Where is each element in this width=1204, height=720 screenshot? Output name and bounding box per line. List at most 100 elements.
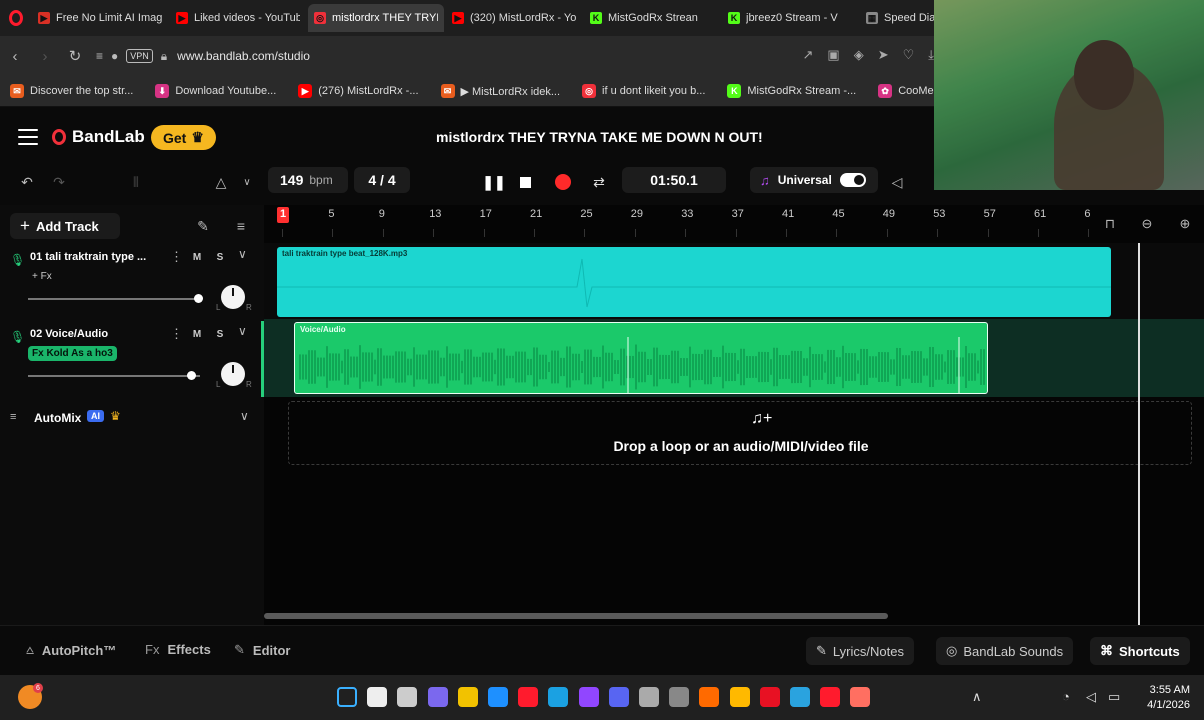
taskbar-app-icon[interactable] — [427, 687, 448, 707]
browser-tab[interactable]: Kjbreez0 Stream - V — [722, 4, 858, 32]
universal-mode[interactable]: ♫ Universal — [750, 167, 878, 193]
bookmark-item[interactable]: K MistGodRx Stream -... — [727, 84, 856, 98]
chevron-down-icon[interactable]: ∨ — [238, 324, 247, 338]
vpn-badge[interactable]: VPN — [126, 49, 153, 63]
mic-icon[interactable]: ● — [111, 49, 118, 63]
volume-slider[interactable] — [28, 371, 200, 380]
drop-zone[interactable]: ♫+ Drop a loop or an audio/MIDI/video fi… — [288, 401, 1192, 465]
browser-tab[interactable]: ▶ (320) MistLordRx - Yo — [446, 4, 582, 32]
more-options-icon[interactable]: ⋮ — [170, 326, 183, 342]
pause-button[interactable]: ❚❚ — [482, 171, 505, 193]
bookmark-item[interactable]: ✉ ▶ MistLordRx idek... — [440, 84, 560, 98]
autopitch-button[interactable]: ⩟ AutoPitch™ — [26, 642, 116, 658]
shield-icon[interactable]: ◈ — [854, 47, 864, 63]
speaker-icon[interactable]: ◁ — [1086, 689, 1096, 705]
track-header-2[interactable]: 🎙︎ 02 Voice/Audio ⋮ M S ∨ Fx Kold As a h… — [0, 322, 264, 398]
volume-handle[interactable] — [187, 371, 197, 380]
taskbar-app-icon[interactable] — [457, 687, 478, 707]
start-icon[interactable] — [337, 687, 357, 707]
taskbar-app-icon[interactable] — [639, 687, 659, 707]
track-header-1[interactable]: 🎙︎ 01 tali traktrain type ... ⋮ M S ∨ + … — [0, 245, 264, 321]
lyrics-button[interactable]: ✎ Lyrics/Notes — [806, 637, 914, 665]
taskbar-app-icon[interactable] — [759, 687, 780, 707]
taskbar-app-icon[interactable] — [729, 687, 750, 707]
mute-button[interactable]: M — [188, 249, 206, 265]
stop-button[interactable] — [514, 171, 536, 193]
timeline-ruler[interactable]: 1 5 9 13 17 21 25 29 33 37 41 45 49 53 57 61 6 — [264, 205, 1204, 241]
browser-tab[interactable]: ◎ mistlordrx THEY TRYNA TA — [308, 4, 444, 32]
fx-preset-chip[interactable]: Fx Kold As a ho3 — [28, 346, 117, 361]
tempo-field[interactable]: 149 bpm — [268, 167, 348, 193]
loop-button[interactable]: ⇄ — [588, 171, 610, 193]
more-options-icon[interactable]: ⋮ — [170, 249, 183, 265]
send-icon[interactable]: ➤ — [878, 47, 889, 63]
heart-icon[interactable]: ♡ — [903, 47, 915, 63]
taskbar-app-icon[interactable] — [790, 687, 810, 707]
url-field[interactable]: www.bandlab.com/studio — [177, 49, 310, 63]
redo-icon[interactable]: ↷ — [48, 171, 70, 193]
time-signature-field[interactable]: 4 / 4 — [354, 167, 410, 193]
horizontal-scrollbar[interactable] — [264, 613, 888, 619]
menu-icon[interactable] — [18, 129, 38, 145]
volume-slider[interactable] — [28, 294, 204, 303]
network-icon[interactable]: ◔ — [1062, 689, 1070, 704]
bookmark-item[interactable]: ✉ Discover the top str... — [10, 84, 133, 98]
battery-icon[interactable]: ▭ — [1108, 689, 1120, 705]
chevron-down-icon[interactable]: ∨ — [240, 409, 249, 423]
solo-button[interactable]: S — [211, 326, 229, 342]
record-button[interactable] — [552, 171, 574, 193]
sounds-button[interactable]: ◎ BandLab Sounds — [936, 637, 1074, 665]
project-title[interactable]: mistlordrx THEY TRYNA TAKE ME DOWN N OUT… — [436, 129, 763, 145]
chevron-down-icon[interactable]: ∨ — [238, 247, 247, 261]
volume-icon[interactable]: ◁ — [886, 171, 908, 193]
metronome-icon[interactable]: △ — [210, 171, 232, 193]
fx-button[interactable]: + Fx — [28, 269, 56, 284]
browser-tab[interactable]: ▶ Liked videos - YouTub — [170, 4, 306, 32]
share-icon[interactable]: ↗ — [802, 47, 813, 63]
taskbar-app-icon[interactable] — [608, 687, 629, 707]
camera-icon[interactable]: ▣ — [827, 47, 839, 63]
taskbar-app-icon[interactable] — [397, 687, 418, 707]
zoom-in-icon[interactable]: ⊕ — [1174, 213, 1196, 235]
keyboard-icon[interactable]: ⫴ — [124, 171, 148, 193]
get-membership-button[interactable]: Get ♛ — [151, 125, 216, 150]
browser-tab[interactable]: ▶ Free No Limit AI Imag — [32, 4, 168, 32]
mute-button[interactable]: M — [188, 326, 206, 342]
taskbar-app-icon[interactable] — [850, 687, 871, 707]
bandlab-logo[interactable]: BandLab — [52, 127, 145, 147]
browser-tab[interactable]: K MistGodRx Strean — [584, 4, 720, 32]
bookmark-item[interactable]: ⬇ Download Youtube... — [155, 84, 276, 98]
forward-icon[interactable]: › — [30, 41, 60, 71]
undo-icon[interactable]: ↶ — [16, 171, 38, 193]
reload-icon[interactable]: ↻ — [60, 41, 90, 71]
volume-handle[interactable] — [194, 294, 204, 303]
reader-icon[interactable]: ≡ — [96, 49, 103, 63]
bookmark-item[interactable]: ▶ (276) MistLordRx -... — [298, 84, 419, 98]
automix-row[interactable]: ≡ AutoMix AI ♛ ∨ — [0, 405, 264, 431]
track-name[interactable]: 02 Voice/Audio — [30, 328, 160, 340]
editor-button[interactable]: ✎ Editor — [234, 642, 290, 658]
taskbar-app-icon[interactable] — [578, 687, 599, 707]
lock-icon[interactable]: 🔒︎ — [161, 49, 167, 64]
pan-knob[interactable] — [221, 362, 245, 386]
bookmark-item[interactable]: ◎ if u dont likeit you b... — [582, 84, 705, 98]
chevron-up-icon[interactable]: ∧ — [972, 689, 982, 705]
arrangement-view[interactable]: 1 5 9 13 17 21 25 29 33 37 41 45 49 53 57 61 6 ⊓ ⊖ ⊕ tal… — [264, 205, 1204, 625]
taskbar-app-icon[interactable] — [518, 687, 539, 707]
universal-toggle[interactable] — [839, 173, 866, 187]
add-track-button[interactable]: + Add Track — [10, 213, 120, 239]
pan-knob[interactable] — [221, 285, 245, 309]
track-name[interactable]: 01 tali traktrain type ... — [30, 251, 160, 263]
opera-menu-icon[interactable] — [0, 0, 32, 36]
system-clock[interactable]: 3:55 AM 4/1/2026 — [1147, 683, 1190, 713]
taskbar-app-icon[interactable] — [548, 687, 569, 707]
taskbar-app-icon[interactable] — [488, 687, 508, 707]
shortcuts-button[interactable]: ⌘ Shortcuts — [1090, 637, 1190, 665]
metronome-dropdown-icon[interactable]: ∨ — [238, 171, 256, 193]
audio-clip-voice[interactable]: Voice/Audio — [294, 322, 988, 394]
taskbar-app-icon[interactable] — [669, 687, 690, 707]
solo-button[interactable]: S — [211, 249, 229, 265]
snap-icon[interactable]: ⊓ — [1099, 213, 1121, 235]
pen-tool-icon[interactable]: ✎ — [192, 215, 214, 237]
taskbar-app-icon[interactable] — [699, 687, 720, 707]
